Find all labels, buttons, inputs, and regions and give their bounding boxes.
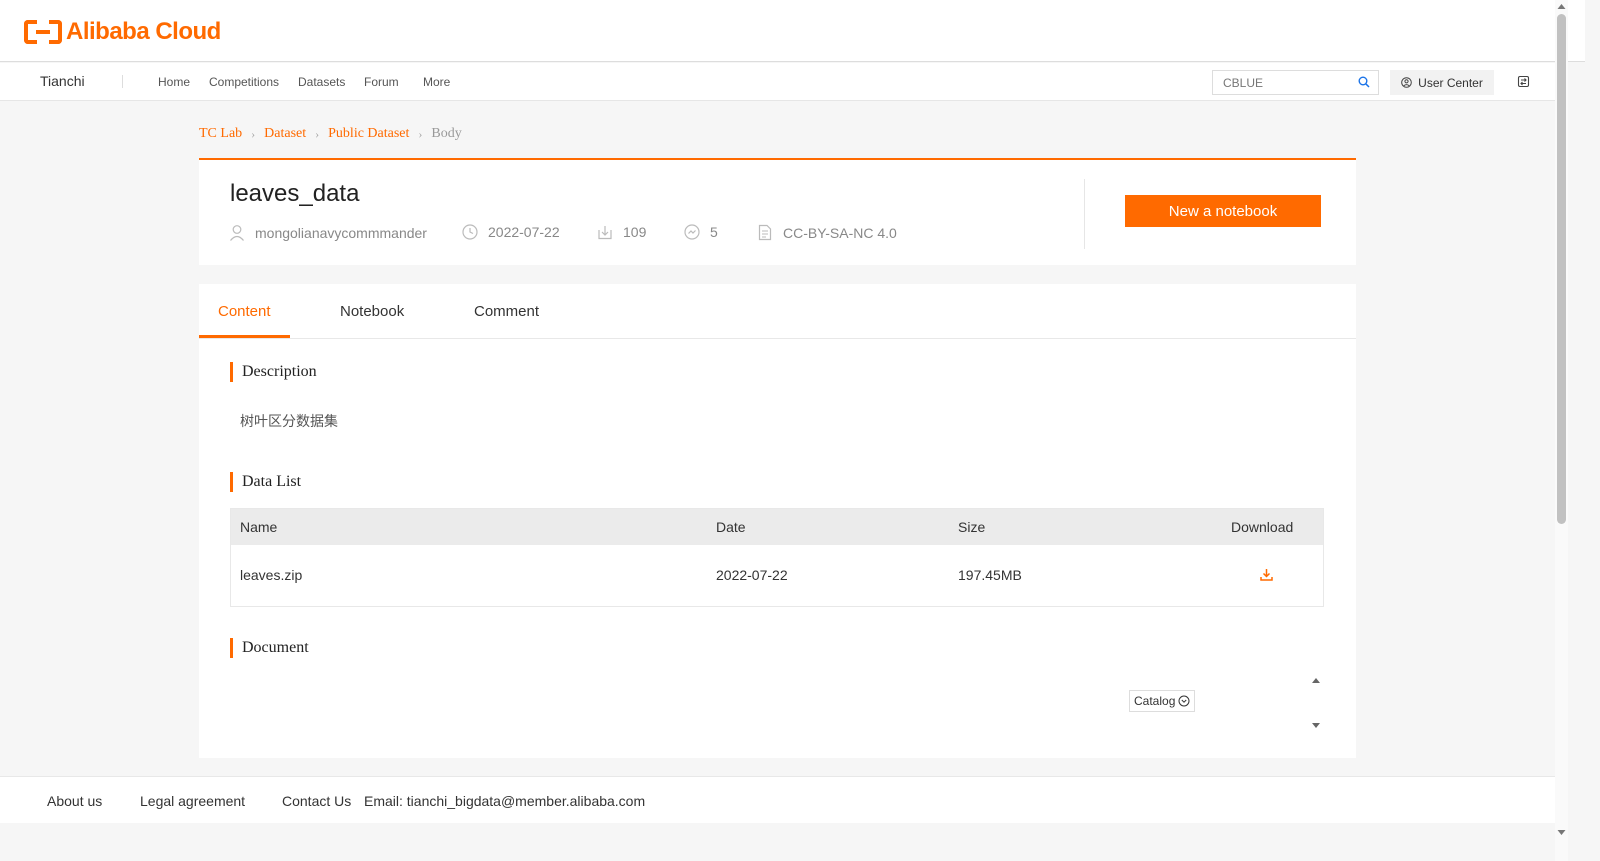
footer-about-us[interactable]: About us xyxy=(47,793,102,809)
header-divider xyxy=(1084,179,1085,249)
alibaba-cloud-logo-icon xyxy=(24,20,62,44)
download-count: 109 xyxy=(623,224,647,240)
column-header-size: Size xyxy=(958,519,986,535)
scrollbar-down-arrow-icon[interactable] xyxy=(1557,829,1566,837)
table-header-row: Name Date Size Download xyxy=(231,509,1323,545)
file-size: 197.45MB xyxy=(958,567,1022,583)
clock-icon xyxy=(462,224,478,240)
logo-text: Alibaba Cloud xyxy=(66,18,221,45)
data-list-table: Name Date Size Download leaves.zip 2022-… xyxy=(230,508,1324,607)
breadcrumb-dataset[interactable]: Dataset xyxy=(264,126,306,142)
description-text: 树叶区分数据集 xyxy=(240,413,338,429)
author-name[interactable]: mongolianavycommmander xyxy=(255,225,427,241)
page-scrollbar[interactable] xyxy=(1555,0,1568,861)
breadcrumb-tc-lab[interactable]: TC Lab xyxy=(199,126,242,142)
user-center-label: User Center xyxy=(1418,75,1483,90)
publish-date: 2022-07-22 xyxy=(488,224,560,240)
breadcrumb-current: Body xyxy=(431,126,462,141)
dataset-header-card: leaves_data mongolianavycommmander 2022-… xyxy=(199,158,1356,265)
nav-datasets[interactable]: Datasets xyxy=(298,75,345,89)
scroll-down-arrow-icon[interactable] xyxy=(1311,722,1321,730)
scroll-up-arrow-icon[interactable] xyxy=(1311,676,1321,684)
search-input[interactable] xyxy=(1213,71,1348,94)
brand-tianchi[interactable]: Tianchi xyxy=(40,73,85,89)
footer: About us Legal agreement Contact Us Emai… xyxy=(0,776,1555,823)
reference-icon xyxy=(684,224,700,240)
meta-author: mongolianavycommmander xyxy=(229,224,427,241)
table-row: leaves.zip 2022-07-22 197.45MB xyxy=(231,545,1323,606)
file-name: leaves.zip xyxy=(240,567,303,583)
meta-downloads: 109 xyxy=(597,224,646,240)
alibaba-cloud-logo[interactable]: Alibaba Cloud xyxy=(24,18,221,46)
file-date: 2022-07-22 xyxy=(716,567,788,583)
scrollbar-thumb[interactable] xyxy=(1557,14,1566,524)
catalog-label: Catalog xyxy=(1134,694,1176,708)
tab-bar: Content Notebook Comment xyxy=(199,284,1356,339)
tab-comment[interactable]: Comment xyxy=(474,303,539,320)
chevron-right-icon: › xyxy=(315,126,320,141)
breadcrumb: TC Lab › Dataset › Public Dataset › Body xyxy=(199,126,462,142)
tab-content[interactable]: Content xyxy=(218,303,271,320)
chevron-down-circle-icon xyxy=(1178,695,1190,707)
search-icon[interactable] xyxy=(1358,76,1370,88)
language-switch-icon[interactable] xyxy=(1517,75,1530,88)
description-heading: Description xyxy=(230,362,317,382)
chevron-right-icon: › xyxy=(418,126,423,141)
user-circle-icon xyxy=(1401,77,1412,88)
dataset-title: leaves_data xyxy=(230,180,360,207)
tab-notebook[interactable]: Notebook xyxy=(340,303,404,320)
meta-date: 2022-07-22 xyxy=(462,224,560,240)
document-icon xyxy=(758,224,772,241)
user-icon xyxy=(230,225,244,241)
search-box xyxy=(1212,70,1379,95)
nav-home[interactable]: Home xyxy=(158,75,190,89)
catalog-button[interactable]: Catalog xyxy=(1129,690,1196,712)
document-heading: Document xyxy=(230,638,309,658)
download-count-icon xyxy=(598,226,612,240)
new-notebook-button[interactable]: New a notebook xyxy=(1125,195,1321,227)
active-tab-indicator xyxy=(199,335,290,338)
meta-references: 5 xyxy=(684,224,718,240)
footer-email[interactable]: Email: tianchi_bigdata@member.alibaba.co… xyxy=(364,793,645,809)
breadcrumb-public-dataset[interactable]: Public Dataset xyxy=(328,126,409,142)
content-card: Content Notebook Comment Description 树叶区… xyxy=(199,284,1356,758)
column-header-name: Name xyxy=(240,519,278,535)
download-icon[interactable] xyxy=(1260,568,1273,581)
meta-license: CC-BY-SA-NC 4.0 xyxy=(757,224,897,241)
footer-contact-us[interactable]: Contact Us xyxy=(282,793,351,809)
brand-divider xyxy=(122,75,123,88)
user-center-button[interactable]: User Center xyxy=(1390,70,1494,95)
nav-forum[interactable]: Forum xyxy=(364,75,399,89)
footer-legal-agreement[interactable]: Legal agreement xyxy=(140,793,245,809)
chevron-right-icon: › xyxy=(251,126,256,141)
scrollbar-up-arrow-icon[interactable] xyxy=(1557,2,1566,10)
nav-more[interactable]: More xyxy=(423,75,450,89)
column-header-date: Date xyxy=(716,519,746,535)
data-list-heading: Data List xyxy=(230,472,301,492)
reference-count: 5 xyxy=(710,224,718,240)
license-label[interactable]: CC-BY-SA-NC 4.0 xyxy=(783,225,897,241)
nav-competitions[interactable]: Competitions xyxy=(209,75,279,89)
navigation-bar: Tianchi Home Competitions Datasets Forum… xyxy=(0,63,1555,101)
top-bar: Alibaba Cloud xyxy=(0,0,1585,62)
column-header-download: Download xyxy=(1231,519,1294,535)
